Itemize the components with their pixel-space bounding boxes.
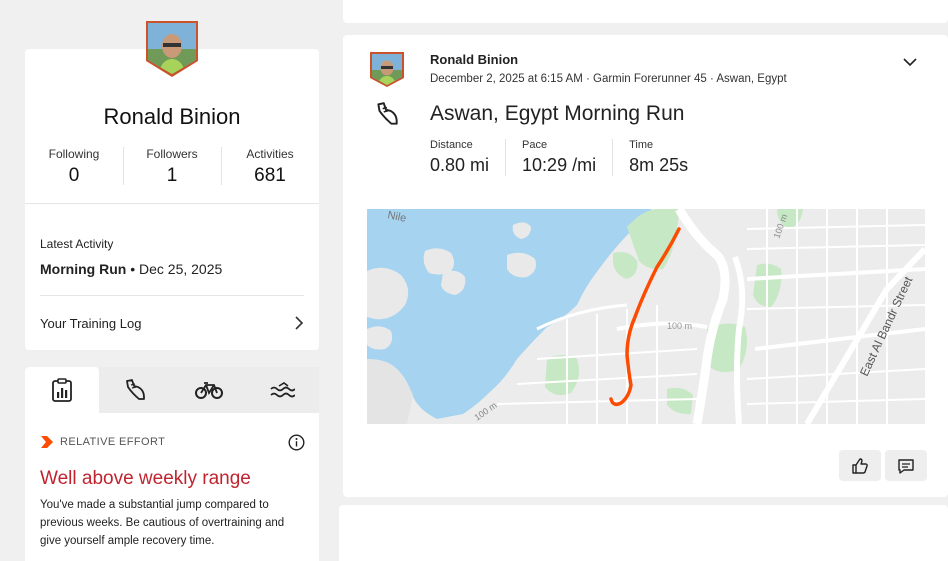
shoe-icon xyxy=(126,379,146,400)
metric-label: Time xyxy=(629,139,654,151)
training-log-label: Your Training Log xyxy=(40,315,142,331)
stats-clipboard-icon xyxy=(51,378,72,402)
comment-icon xyxy=(898,458,914,474)
divider xyxy=(25,203,319,204)
activity-card: Ronald Binion December 2, 2025 at 6:15 A… xyxy=(343,35,948,497)
info-icon[interactable] xyxy=(288,434,305,451)
metric-time: Time 8m 25s xyxy=(629,139,704,176)
relative-effort-header: RELATIVE EFFORT xyxy=(40,435,165,449)
tab-run[interactable] xyxy=(98,367,172,413)
swim-icon xyxy=(270,382,296,398)
bike-icon xyxy=(194,382,223,399)
thumbs-up-icon xyxy=(852,457,868,474)
activity-title[interactable]: Aswan, Egypt Morning Run xyxy=(430,102,684,126)
sport-tabs xyxy=(25,367,319,413)
activity-meta: December 2, 2025 at 6:15 AM · Garmin For… xyxy=(430,73,787,85)
latest-activity-name[interactable]: Morning Run xyxy=(40,261,126,277)
tab-swim[interactable] xyxy=(245,367,319,413)
stat-value: 0 xyxy=(68,165,80,186)
comment-button[interactable] xyxy=(885,450,927,481)
metric-distance: Distance 0.80 mi xyxy=(430,139,507,176)
stat-followers[interactable]: Followers 1 xyxy=(123,145,221,189)
activity-metrics: Distance 0.80 mi Pace 10:29 /mi Time 8m … xyxy=(430,139,720,176)
previous-feed-card xyxy=(343,0,948,23)
stat-value: 1 xyxy=(166,165,178,186)
profile-name[interactable]: Ronald Binion xyxy=(0,104,344,130)
relative-effort-card: RELATIVE EFFORT Well above weekly range … xyxy=(25,413,319,561)
athlete-name[interactable]: Ronald Binion xyxy=(430,52,518,67)
metric-value: 8m 25s xyxy=(629,155,689,175)
metric-pace: Pace 10:29 /mi xyxy=(522,139,614,176)
activity-map[interactable]: Nile East Al Bandr Street 100 m 100 m 10… xyxy=(367,209,925,424)
relative-effort-title: Well above weekly range xyxy=(40,468,251,489)
profile-card xyxy=(25,49,319,350)
relative-effort-label: RELATIVE EFFORT xyxy=(60,436,166,448)
stat-value: 681 xyxy=(254,165,286,186)
shoe-icon xyxy=(377,102,398,125)
profile-avatar[interactable] xyxy=(144,19,200,79)
latest-activity[interactable]: Morning Run • Dec 25, 2025 xyxy=(40,261,222,277)
metric-value: 10:29 /mi xyxy=(522,155,597,175)
kudos-button[interactable] xyxy=(839,450,881,481)
metric-value: 0.80 mi xyxy=(430,155,490,175)
athlete-avatar[interactable] xyxy=(369,51,405,88)
tab-stats[interactable] xyxy=(25,367,99,413)
divider xyxy=(40,295,304,296)
metric-label: Distance xyxy=(430,139,473,151)
stat-label: Following xyxy=(48,147,100,161)
latest-activity-label: Latest Activity xyxy=(40,237,114,251)
relative-effort-description: You've made a substantial jump compared … xyxy=(40,499,285,547)
relative-effort-chevron-icon xyxy=(41,436,53,448)
map-label-elevation: 100 m xyxy=(667,321,692,331)
next-feed-card xyxy=(339,505,948,561)
latest-activity-date: • Dec 25, 2025 xyxy=(126,261,223,277)
training-log-link[interactable]: Your Training Log xyxy=(40,310,304,336)
stat-label: Followers xyxy=(146,147,198,161)
chevron-down-icon[interactable] xyxy=(903,57,917,67)
stat-following[interactable]: Following 0 xyxy=(25,145,123,189)
profile-stats: Following 0 Followers 1 Activities 681 xyxy=(25,145,319,189)
stat-activities[interactable]: Activities 681 xyxy=(221,145,319,189)
stat-label: Activities xyxy=(246,147,294,161)
map-island xyxy=(423,248,454,275)
chevron-right-icon xyxy=(295,316,304,330)
tab-ride[interactable] xyxy=(172,367,246,413)
metric-label: Pace xyxy=(522,139,548,151)
